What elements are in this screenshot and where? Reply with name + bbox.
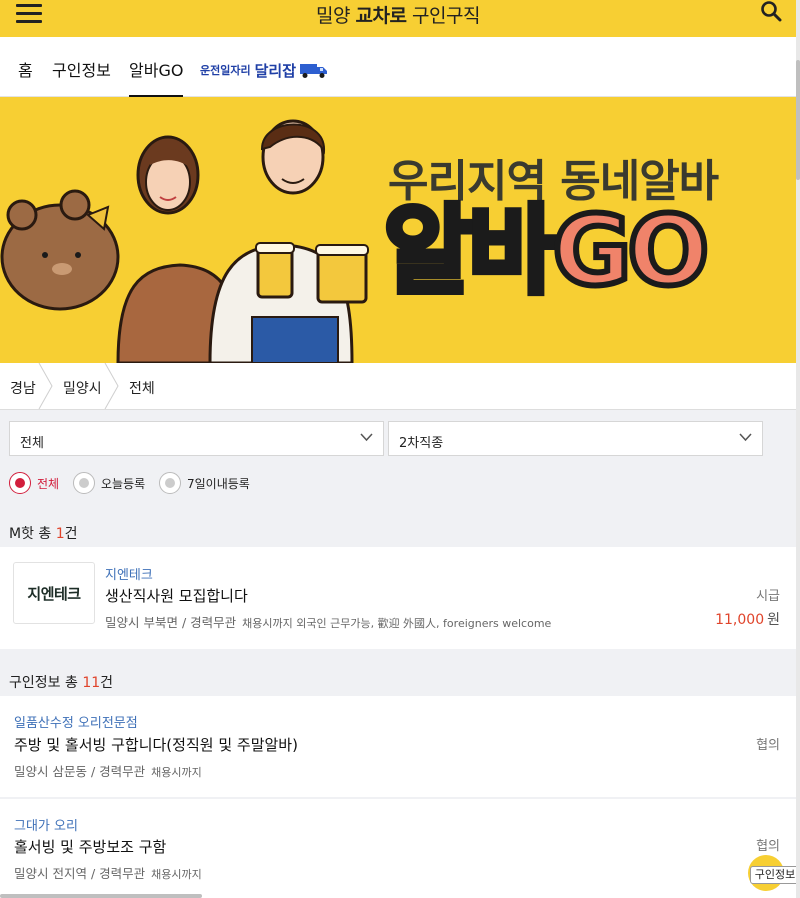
chevron-right-icon (38, 363, 53, 409)
search-icon[interactable] (760, 0, 784, 22)
sub-category-select[interactable]: 2차직종 (388, 421, 763, 456)
company-logo: 지엔테크 (13, 562, 95, 624)
tab-job-info[interactable]: 구인정보 (52, 57, 111, 81)
pay-amount-value: 11,000 (715, 612, 765, 628)
job-category-value: 전체 (20, 436, 44, 451)
hot-job-card[interactable]: 지엔테크 지엔테크 생산직사원 모집합니다 밀양시 부북면 / 경력무관 채용시까… (0, 547, 796, 649)
job-section-suffix: 건 (100, 675, 114, 691)
floating-button-label: 구인정보 (750, 866, 800, 884)
radio-indicator (73, 472, 95, 494)
job-title[interactable]: 주방 및 홀서빙 구합니다(정직원 및 주말알바) (14, 734, 298, 755)
albago-banner[interactable]: 우리지역 동네알바 알바GO (0, 97, 796, 363)
job-card[interactable]: 그대가 오리 홀서빙 및 주방보조 구함 밀양시 전지역 / 경력무관 채용시까지… (0, 799, 796, 898)
job-title[interactable]: 홀서빙 및 주방보조 구함 (14, 836, 166, 857)
radio-all-label: 전체 (37, 476, 60, 491)
sub-category-value: 2차직종 (399, 436, 444, 451)
radio-indicator (159, 472, 181, 494)
site-title-section: 구인구직 (412, 5, 480, 27)
job-location: 밀양시 전지역 / 경력무관 (14, 866, 146, 881)
radio-7days-label: 7일이내등록 (187, 476, 250, 491)
company-name[interactable]: 지엔테크 (105, 564, 153, 583)
job-extra: 채용시까지 외국인 근무가능, 歡迎 外國人, foreigners welco… (242, 617, 552, 630)
radio-today[interactable]: 오늘등록 (73, 472, 145, 494)
site-title[interactable]: 밀양 교차로 구인구직 (0, 1, 796, 28)
truck-icon (300, 64, 328, 78)
banner-logo-go: GO (550, 195, 712, 307)
job-section-count: 11 (82, 675, 101, 691)
job-meta: 밀양시 부북면 / 경력무관 채용시까지 외국인 근무가능, 歡迎 外國人, fo… (105, 612, 551, 631)
pay-amount: 11,000 원 (715, 609, 780, 629)
pay-type: 협의 (756, 839, 780, 854)
radio-7days[interactable]: 7일이내등록 (159, 472, 250, 494)
job-section-title: 구인정보 총 11건 (9, 672, 113, 692)
page: 밀양 교차로 구인구직 홈 구인정보 알바GO 운전일자리 달리잡 우리지역 동… (0, 0, 800, 898)
site-title-city: 밀양 (316, 5, 350, 27)
horizontal-scrollbar-thumb[interactable] (0, 894, 202, 898)
chevron-right-icon (104, 363, 119, 409)
radio-indicator (9, 472, 31, 494)
chevron-down-icon (739, 433, 752, 442)
promo-big-label: 달리잡 (254, 61, 297, 80)
tab-home[interactable]: 홈 (18, 57, 33, 81)
banner-logo-alba: 알바 (381, 195, 560, 307)
vertical-scrollbar-thumb[interactable] (796, 60, 800, 180)
nav-tabs: 홈 구인정보 알바GO 운전일자리 달리잡 (0, 37, 796, 98)
pay-type: 시급 (756, 589, 780, 604)
job-meta: 밀양시 삼문동 / 경력무관 채용시까지 (14, 761, 202, 780)
chevron-down-icon (360, 433, 373, 442)
job-category-select[interactable]: 전체 (9, 421, 384, 456)
hot-section-count: 1 (55, 526, 65, 542)
promo-small-label: 운전일자리 (200, 64, 251, 77)
hot-section-suffix: 건 (64, 526, 78, 542)
breadcrumb-province[interactable]: 경남 (10, 378, 36, 398)
radio-all[interactable]: 전체 (9, 472, 59, 494)
promo-driver-jobs-link[interactable]: 운전일자리 달리잡 (200, 58, 329, 82)
company-name[interactable]: 그대가 오리 (14, 815, 78, 834)
pay-unit: 원 (767, 612, 780, 628)
banner-logo-text: 알바GO (381, 200, 712, 302)
hot-section-prefix: M핫 총 (9, 526, 56, 542)
job-meta: 밀양시 전지역 / 경력무관 채용시까지 (14, 863, 202, 882)
hot-section-title: M핫 총 1건 (9, 523, 78, 543)
region-breadcrumb: 경남 밀양시 전체 (0, 363, 796, 410)
job-card[interactable]: 일품산수정 오리전문점 주방 및 홀서빙 구합니다(정직원 및 주말알바) 밀양… (0, 696, 796, 797)
job-location: 밀양시 삼문동 / 경력무관 (14, 764, 146, 779)
job-location: 밀양시 부북면 / 경력무관 (105, 615, 237, 630)
company-name[interactable]: 일품산수정 오리전문점 (14, 712, 138, 731)
job-title[interactable]: 생산직사원 모집합니다 (105, 585, 248, 606)
breadcrumb-district[interactable]: 전체 (129, 378, 155, 398)
floating-job-info-button[interactable]: 구인정보 (746, 855, 800, 895)
job-extra: 채용시까지 (151, 868, 202, 881)
banner-illustration (0, 119, 369, 363)
radio-today-label: 오늘등록 (101, 476, 146, 491)
pay-type: 협의 (756, 738, 780, 753)
tab-albago[interactable]: 알바GO (129, 57, 184, 98)
breadcrumb-city[interactable]: 밀양시 (63, 378, 102, 398)
job-extra: 채용시까지 (151, 766, 202, 779)
site-title-brand: 교차로 (355, 5, 407, 27)
job-section-prefix: 구인정보 총 (9, 675, 83, 691)
top-header-bar: 밀양 교차로 구인구직 (0, 0, 796, 37)
